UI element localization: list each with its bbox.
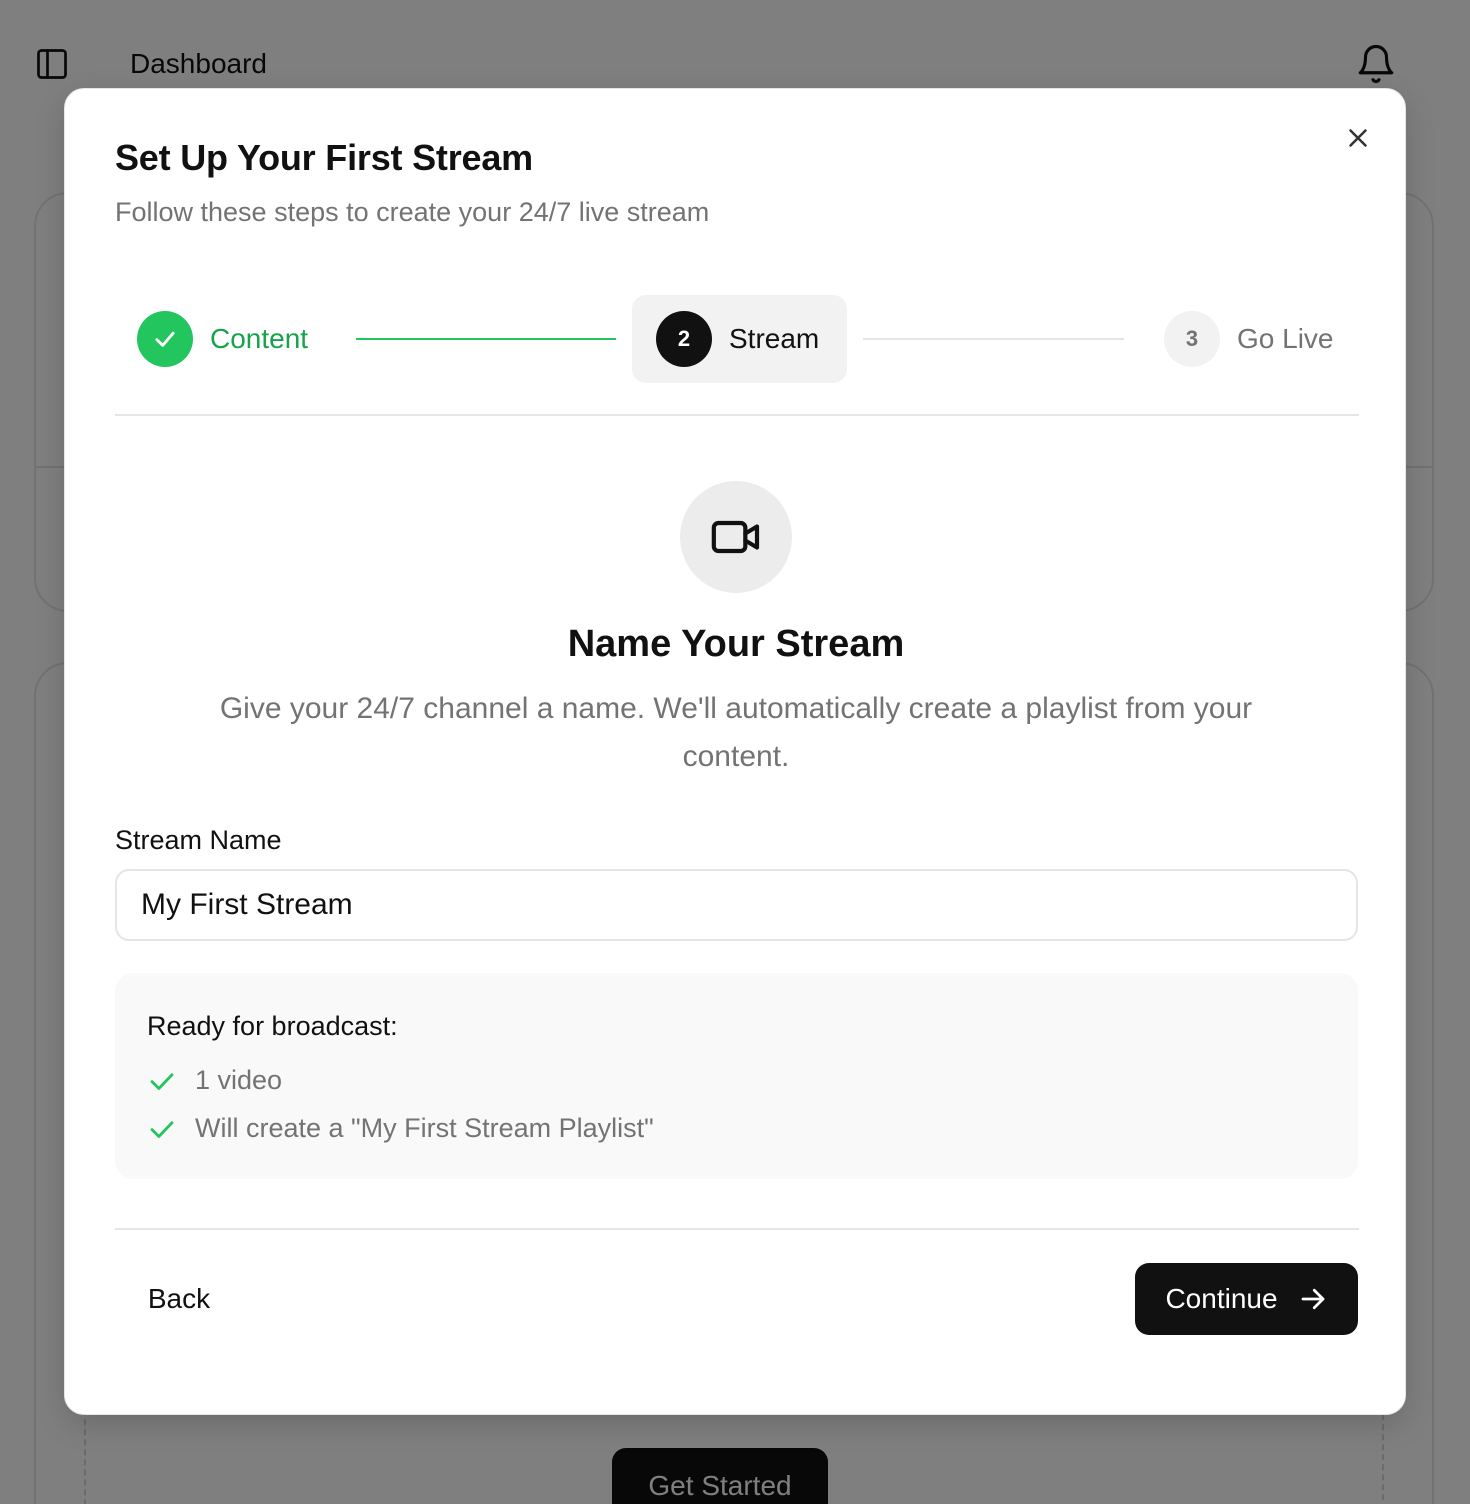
list-item-text: Will create a "My First Stream Playlist" [195,1113,654,1143]
stepper: Content 2 Stream 3 Go Live [115,295,1359,383]
step-connector [356,338,616,340]
section-title: Name Your Stream [567,623,905,665]
list-item: Will create a "My First Stream Playlist" [147,1113,654,1144]
list-item-text: 1 video [195,1065,283,1095]
step-go-live[interactable]: 3 Go Live [1164,295,1334,383]
step-complete-badge [137,311,193,367]
back-button[interactable]: Back [123,1263,235,1335]
check-icon [150,1072,174,1090]
step-number: 2 [656,311,712,367]
step-stream[interactable]: 2 Stream [632,295,847,383]
check-icon [155,331,175,347]
divider [115,1228,1359,1230]
list-item: 1 video [147,1065,282,1096]
ready-title: Ready for broadcast: [147,1011,398,1041]
ready-summary: Ready for broadcast: 1 video Will create… [115,973,1358,1179]
step-label: Content [210,323,309,354]
continue-label: Continue [1165,1283,1278,1314]
continue-button[interactable]: Continue [1135,1263,1358,1335]
step-label: Stream [729,323,820,354]
video-camera-icon [711,520,760,554]
step-connector [863,338,1124,340]
setup-stream-dialog: Set Up Your First Stream Follow these st… [64,88,1406,1415]
stream-name-label: Stream Name [115,825,282,855]
step-label: Go Live [1237,323,1334,354]
arrow-right-icon [1301,1288,1324,1310]
step-number: 3 [1164,311,1220,367]
check-icon [150,1120,174,1138]
video-badge [680,481,792,593]
dialog-title: Set Up Your First Stream [115,137,533,178]
close-icon[interactable] [1343,123,1373,153]
dialog-subtitle: Follow these steps to create your 24/7 l… [115,197,710,227]
stream-name-input[interactable] [115,869,1358,941]
step-content[interactable]: Content [137,295,308,383]
divider [115,414,1359,416]
section-description: Give your 24/7 channel a name. We'll aut… [219,692,1253,773]
